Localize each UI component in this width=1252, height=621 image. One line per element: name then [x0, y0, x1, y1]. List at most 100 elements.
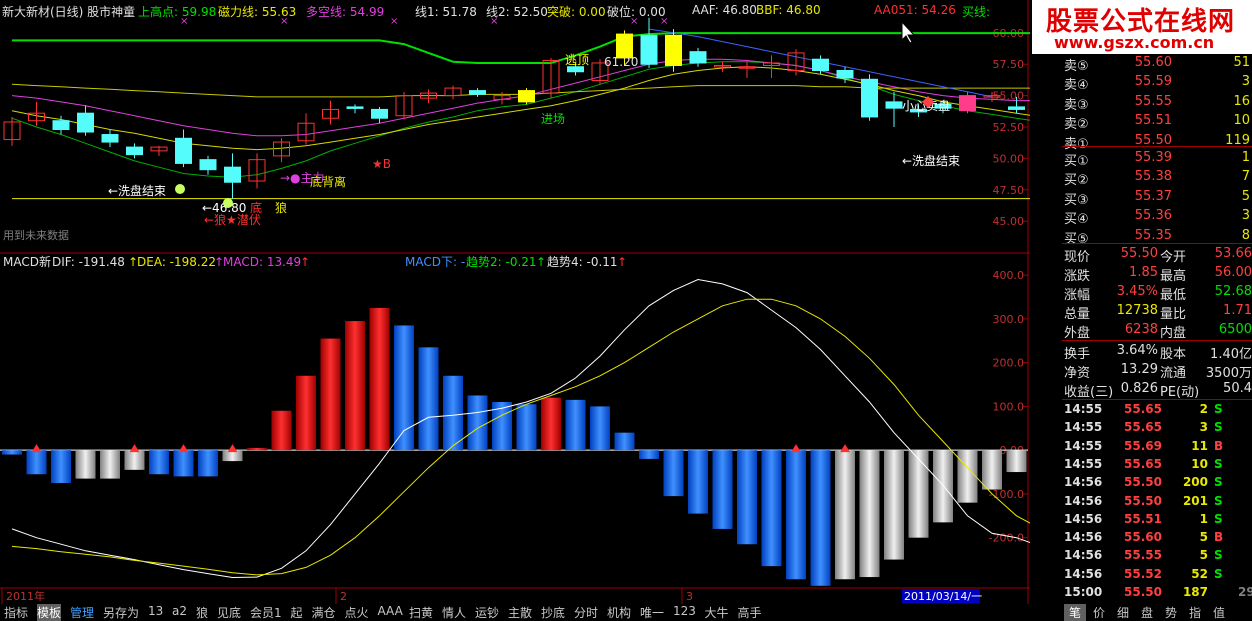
kline-chart-svg[interactable]: 60.0057.5055.0052.5050.0047.5045.00400.0…: [0, 0, 1125, 618]
stat-value: 53.66: [1214, 246, 1252, 261]
menu-item-2[interactable]: 管理: [70, 604, 94, 621]
menu-item-8[interactable]: 会员1: [250, 604, 282, 621]
tick-row: 14:56 55.52 52 S: [1062, 566, 1252, 584]
menu-item-12[interactable]: AAA: [378, 604, 403, 618]
macd-bar-32: [786, 450, 806, 580]
stat-value: 6238: [1124, 322, 1158, 337]
menu-item-16[interactable]: 主散: [508, 604, 532, 621]
buy-label: 买④: [1064, 212, 1089, 228]
quote-panel: 卖⑤ 55.60 51 卖④ 55.59 3 卖③ 55.55 16 卖② 55.51 10 卖① 55.…: [1062, 0, 1252, 618]
sell-row: 卖③ 55.55 16: [1062, 93, 1252, 113]
menu-item-23[interactable]: 高手: [738, 604, 762, 621]
tick-side: S: [1214, 493, 1223, 508]
tick-time: 14:55: [1064, 402, 1103, 416]
tick-volume: 201: [1182, 493, 1208, 508]
quote-tab-4[interactable]: 势: [1160, 604, 1182, 621]
apple-icon: [175, 184, 185, 194]
menu-item-4[interactable]: 13: [148, 604, 163, 618]
buy-price: 55.37: [1134, 188, 1172, 204]
menu-item-9[interactable]: 起: [291, 604, 303, 621]
sell-label: 卖②: [1064, 117, 1089, 133]
stat-label: 涨幅: [1064, 288, 1091, 303]
macd-bar-24: [590, 406, 610, 451]
line-upper: [12, 32, 1115, 64]
tick-volume: 11: [1191, 438, 1208, 453]
menu-item-7[interactable]: 见底: [217, 604, 241, 621]
macd-bar-41: [1006, 450, 1027, 473]
tick-side: S: [1214, 402, 1223, 416]
menu-item-3[interactable]: 另存为: [103, 604, 139, 621]
stat-value: 1.40亿: [1210, 347, 1252, 362]
tick-row: 14:55 55.69 11 B: [1062, 438, 1252, 456]
tick-row: 14:56 55.50 200 S: [1062, 474, 1252, 492]
menu-item-6[interactable]: 狼: [196, 604, 208, 621]
panel-separator: [1062, 146, 1252, 147]
annotation-star-b: ★B: [372, 157, 391, 171]
menu-item-21[interactable]: 123: [673, 604, 696, 618]
macd-bar-7: [173, 450, 194, 477]
macd-bar-35: [859, 450, 880, 578]
macd-bar-12: [296, 375, 316, 451]
stat-value: 1.71: [1223, 303, 1252, 318]
header-item-2: 多空线: 54.99: [306, 5, 385, 19]
buy-price: 55.35: [1134, 227, 1172, 243]
macd-axis-label: 400.0: [993, 269, 1025, 282]
macd-axis-label: 300.0: [993, 313, 1025, 326]
macd-bar-21: [516, 404, 537, 451]
menu-item-13[interactable]: 扫黄: [409, 604, 433, 621]
macd-bar-29: [712, 450, 733, 529]
quote-tab-0[interactable]: 笔: [1064, 604, 1086, 621]
macd-bar-1: [26, 450, 47, 475]
candle-body-21: [518, 90, 535, 103]
tick-price: 55.52: [1124, 566, 1162, 581]
macd-bar-16: [394, 325, 414, 451]
macd-bar-39: [957, 450, 978, 503]
menu-item-0[interactable]: 指标: [4, 604, 28, 621]
price-axis-label: 50.00: [993, 152, 1025, 165]
macd-dea: DEA: -198.22: [137, 255, 216, 269]
menu-item-19[interactable]: 机构: [607, 604, 631, 621]
chart-area[interactable]: 60.00 57.50 55.00 52.50 50.00 47.50 45.00 400.0…: [0, 0, 1125, 618]
quote-tab-5[interactable]: 指: [1184, 604, 1206, 621]
menu-item-5[interactable]: a2: [172, 604, 187, 618]
menu-item-1[interactable]: 模板: [37, 604, 62, 621]
cross-marker: ×: [390, 16, 398, 27]
annotation-future-data: 用到未来数据: [3, 228, 69, 242]
annotation-wash-end-right: ←洗盘结束: [902, 153, 960, 168]
buy-volume: 7: [1241, 169, 1250, 185]
menu-item-15[interactable]: 运钞: [475, 604, 499, 621]
tick-side: B: [1214, 530, 1224, 545]
quote-tab-2[interactable]: 细: [1112, 604, 1134, 621]
header-item-0: 上高点: 59.98: [138, 5, 217, 19]
sell-price: 55.60: [1134, 55, 1172, 70]
menu-item-17[interactable]: 抄底: [541, 604, 565, 621]
quote-tab-6[interactable]: 值: [1208, 604, 1230, 621]
menu-item-20[interactable]: 唯一: [640, 604, 664, 621]
red-arrow-icon: [129, 444, 140, 453]
menu-item-11[interactable]: 点火: [345, 604, 369, 621]
macd-bar-37: [908, 450, 929, 538]
candle-body-14: [346, 106, 364, 109]
tick-time: 14:56: [1064, 548, 1103, 563]
tick-side: S: [1214, 548, 1223, 563]
indicator-menu-bar: 指标 模板 管理 另存为 13 a2 狼见底 会员1 起满仓 点火 AAA 扫黄 情人 运钞 主散 抄底 分时机…: [0, 604, 1030, 621]
sell-price: 55.59: [1134, 74, 1172, 90]
macd-bar-17: [418, 347, 439, 451]
stat-label: 股本: [1160, 347, 1187, 362]
candle-body-26: [640, 34, 658, 65]
buy-price: 55.36: [1134, 208, 1172, 224]
candle-body-34: [836, 70, 854, 79]
menu-item-22[interactable]: 大牛: [705, 604, 729, 621]
quote-tab-1[interactable]: 价: [1088, 604, 1110, 621]
candle-body-4: [101, 134, 119, 143]
tick-row: 14:56 55.55 5 S: [1062, 547, 1252, 565]
menu-item-18[interactable]: 分时: [574, 604, 598, 621]
annotation-escape-top: 逃顶: [565, 53, 589, 67]
macd-bar-11: [271, 410, 292, 451]
macd-bar-22: [541, 397, 561, 451]
menu-item-10[interactable]: 满仓: [312, 604, 336, 621]
menu-item-14[interactable]: 情人: [442, 604, 466, 621]
stat-row: 现价 55.50 今开 53.66: [1062, 245, 1252, 265]
tick-extra: 29: [1238, 585, 1252, 599]
quote-tab-3[interactable]: 盘: [1136, 604, 1158, 621]
